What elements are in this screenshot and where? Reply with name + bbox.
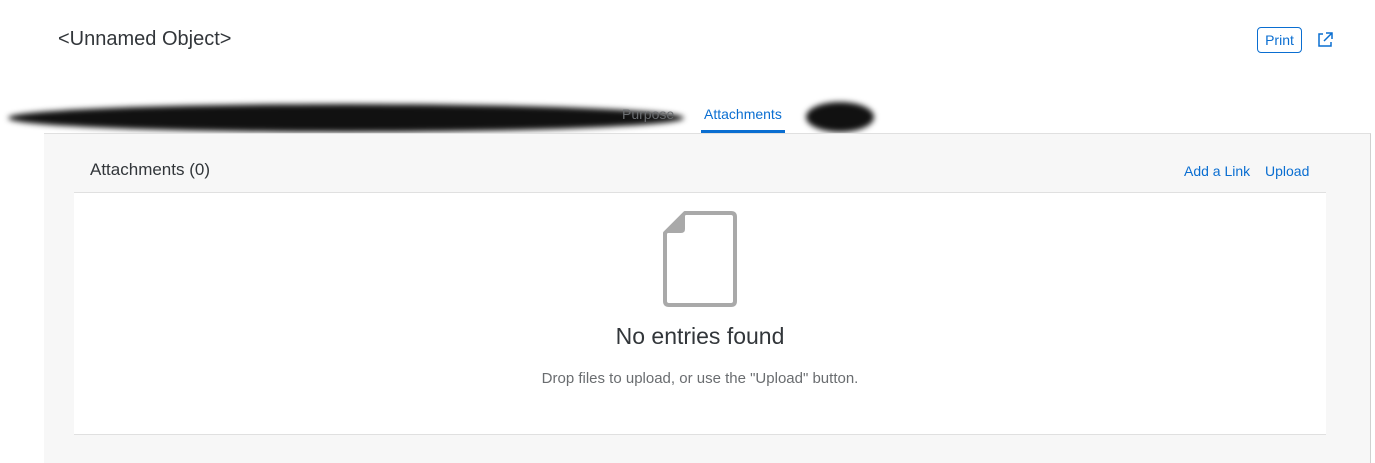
- attachments-section: Attachments (0) Add a Link Upload No ent…: [44, 133, 1371, 463]
- add-link-button[interactable]: Add a Link: [1184, 163, 1250, 179]
- share-icon[interactable]: [1316, 31, 1334, 49]
- tab-attachments[interactable]: Attachments: [701, 95, 785, 133]
- empty-state-description: Drop files to upload, or use the "Upload…: [541, 370, 859, 387]
- upload-drop-area[interactable]: No entries found Drop files to upload, o…: [74, 193, 1326, 435]
- print-button[interactable]: Print: [1257, 27, 1302, 53]
- redacted-tab: [806, 102, 874, 132]
- upload-button[interactable]: Upload: [1265, 163, 1309, 179]
- tab-attachments-label: Attachments: [704, 106, 782, 122]
- page: <Unnamed Object> Print Purpose Attachmen…: [0, 0, 1375, 463]
- document-icon: [663, 211, 737, 307]
- attachments-toolbar: Attachments (0) Add a Link Upload: [74, 152, 1326, 193]
- page-title: <Unnamed Object>: [58, 28, 232, 50]
- tab-purpose[interactable]: Purpose: [622, 106, 674, 122]
- empty-state-title: No entries found: [615, 323, 785, 349]
- tab-bar: Purpose Attachments: [0, 95, 1375, 133]
- redacted-tabs: [8, 104, 684, 132]
- attachments-title: Attachments (0): [90, 160, 210, 179]
